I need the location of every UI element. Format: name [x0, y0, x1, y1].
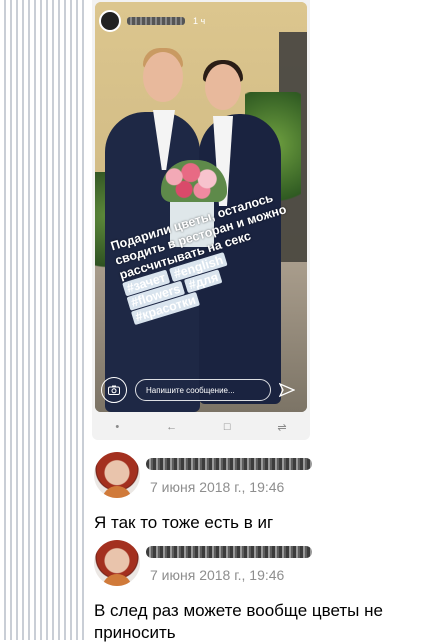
comment-text: В след раз можете вообще цветы не принос…: [94, 601, 383, 642]
nav-dot-icon[interactable]: •: [115, 421, 119, 433]
android-nav-bar: • ← □ ⇌: [92, 416, 310, 438]
redacted-username: [127, 17, 185, 25]
story-reply-bar: Напишите сообщение...: [95, 373, 310, 407]
send-icon[interactable]: [279, 382, 295, 398]
home-icon[interactable]: □: [224, 421, 231, 433]
face: [143, 52, 183, 102]
redacted-username[interactable]: [146, 458, 312, 470]
avatar[interactable]: [94, 452, 140, 498]
avatar-shirt: [102, 574, 132, 586]
face: [205, 64, 241, 110]
comment-date: 7 июня 2018 г., 19:46: [150, 567, 285, 583]
recents-icon[interactable]: ⇌: [277, 421, 286, 434]
back-icon[interactable]: ←: [166, 421, 177, 433]
phone-screenshot: 1 ч Подарили цветы, осталось сводить в р…: [92, 0, 310, 440]
story-image[interactable]: 1 ч Подарили цветы, осталось сводить в р…: [95, 2, 307, 412]
avatar-shirt: [102, 486, 132, 498]
comment-date: 7 июня 2018 г., 19:46: [150, 479, 285, 495]
avatar[interactable]: [94, 540, 140, 586]
story-time: 1 ч: [193, 16, 206, 26]
redacted-username[interactable]: [146, 546, 312, 558]
camera-icon[interactable]: [101, 377, 127, 403]
story-header: 1 ч: [99, 10, 205, 32]
striped-margin: [0, 0, 88, 640]
avatar[interactable]: [99, 10, 121, 32]
comment-text: Я так то тоже есть в иг: [94, 513, 274, 532]
message-input[interactable]: Напишите сообщение...: [135, 379, 271, 401]
